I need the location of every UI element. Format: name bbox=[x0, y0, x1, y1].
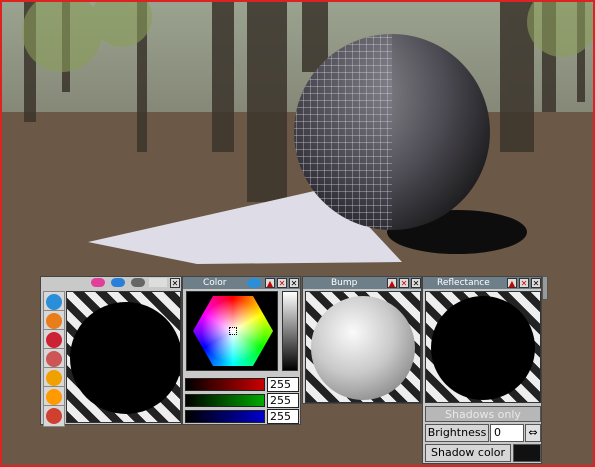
reflectance-title: Reflectance bbox=[437, 278, 490, 288]
brush-capsule-icon[interactable] bbox=[149, 278, 167, 287]
globe-icon bbox=[46, 294, 62, 310]
reflectance-titlebar: Reflectance ▲ ✕ ✕ bbox=[423, 277, 541, 289]
red-slider[interactable] bbox=[185, 378, 265, 391]
brightness-stepper-icon[interactable]: ⇔ bbox=[525, 424, 541, 442]
close-icon[interactable]: ✕ bbox=[170, 278, 180, 288]
sphere-icon bbox=[46, 389, 62, 405]
green-slider[interactable] bbox=[185, 394, 265, 407]
bump-title: Bump bbox=[331, 278, 358, 288]
bump-panel: Bump ▲ ✕ ✕ bbox=[302, 276, 422, 404]
close-icon[interactable]: ✕ bbox=[531, 278, 541, 288]
reset-icon[interactable]: ✕ bbox=[277, 278, 287, 288]
color-panel: Color ▲ ✕ ✕ 255 255 255 bbox=[182, 276, 301, 425]
reflectance-panel: Reflectance ▲ ✕ ✕ Shadows only Brightnes… bbox=[422, 276, 542, 464]
close-icon[interactable]: ✕ bbox=[411, 278, 421, 288]
sphere bbox=[294, 34, 490, 230]
collapse-icon[interactable]: ▲ bbox=[387, 278, 397, 288]
grey-capsule-icon[interactable] bbox=[131, 278, 145, 287]
funnel-icon bbox=[46, 313, 62, 329]
color-titlebar: Color ▲ ✕ ✕ bbox=[183, 277, 300, 289]
collapse-icon[interactable]: ▲ bbox=[265, 278, 275, 288]
bump-titlebar: Bump ▲ ✕ ✕ bbox=[303, 277, 421, 289]
brightness-label: Brightness bbox=[425, 424, 489, 442]
brush-icon bbox=[46, 332, 62, 348]
bump-preview[interactable] bbox=[305, 291, 421, 403]
shadow-color-label: Shadow color bbox=[425, 444, 511, 462]
pipette-icon bbox=[46, 351, 62, 367]
reflectance-preview[interactable] bbox=[425, 291, 541, 403]
brightness-input[interactable]: 0 bbox=[490, 424, 524, 442]
reset-icon[interactable]: ✕ bbox=[519, 278, 529, 288]
cylinder-icon bbox=[46, 370, 62, 386]
close-icon[interactable]: ✕ bbox=[289, 278, 299, 288]
shadows-only-button[interactable]: Shadows only bbox=[425, 406, 541, 422]
panel-scroll-handle[interactable] bbox=[542, 276, 548, 300]
globe-icon[interactable] bbox=[247, 278, 261, 288]
render-viewport[interactable]: ✕ Color ▲ ✕ ✕ 255 255 255 Bump ▲ ✕ ✕ Ref… bbox=[0, 0, 595, 467]
pink-capsule-icon[interactable] bbox=[91, 278, 105, 287]
reset-icon[interactable]: ✕ bbox=[399, 278, 409, 288]
hue-picker[interactable] bbox=[186, 291, 278, 371]
color-title: Color bbox=[203, 278, 227, 288]
brightness-slider[interactable] bbox=[282, 291, 298, 371]
picker-crosshair bbox=[229, 327, 237, 335]
materials-titlebar: ✕ bbox=[41, 277, 181, 289]
blue-value[interactable]: 255 bbox=[267, 409, 299, 424]
blue-capsule-icon[interactable] bbox=[111, 278, 125, 287]
collapse-icon[interactable]: ▲ bbox=[507, 278, 517, 288]
blue-slider[interactable] bbox=[185, 410, 265, 423]
green-value[interactable]: 255 bbox=[267, 393, 299, 408]
material-tool-ball-icon[interactable] bbox=[43, 405, 65, 427]
materials-panel: ✕ bbox=[40, 276, 182, 427]
red-value[interactable]: 255 bbox=[267, 377, 299, 392]
ball-icon bbox=[46, 408, 62, 424]
shadow-color-swatch[interactable] bbox=[513, 444, 541, 462]
material-preview[interactable] bbox=[66, 291, 181, 423]
